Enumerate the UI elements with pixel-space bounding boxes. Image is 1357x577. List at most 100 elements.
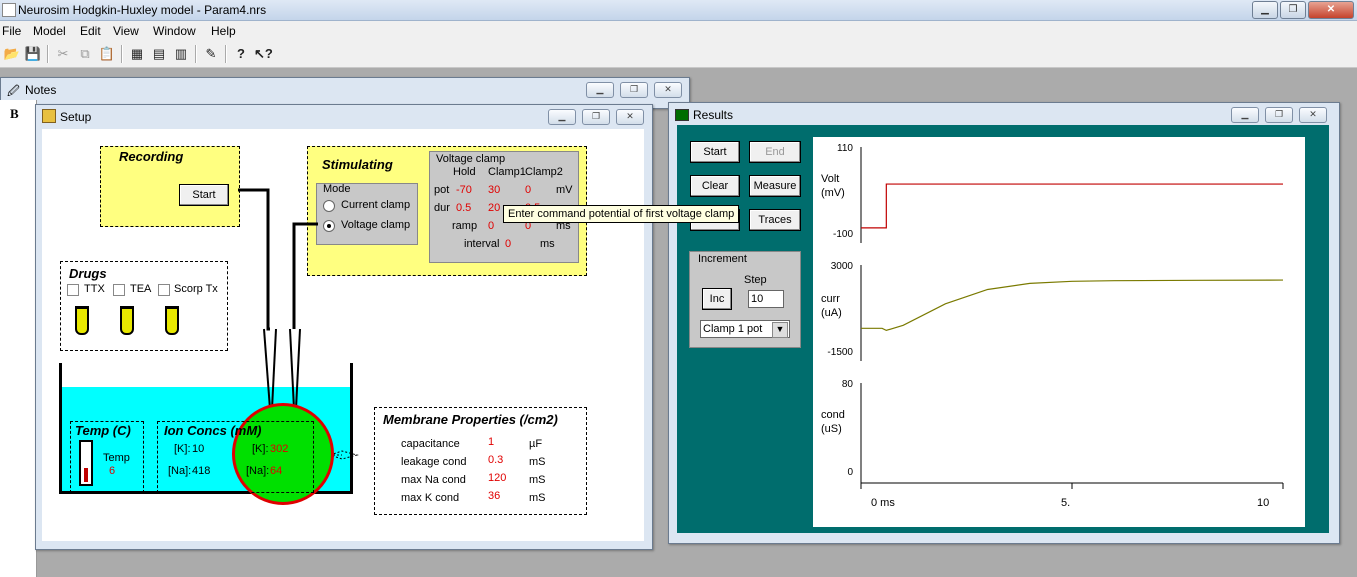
setup-canvas: Recording Start Stimulating Mode Current…: [42, 129, 740, 541]
results-start-button[interactable]: Start: [690, 141, 740, 163]
step-input[interactable]: 10: [748, 290, 784, 308]
max-k-cond-field[interactable]: 36: [488, 490, 500, 502]
menu-model[interactable]: Model: [33, 24, 66, 38]
k-out-label: [K]:: [174, 443, 191, 455]
results-title: Results: [693, 108, 734, 122]
capacitance-field[interactable]: 1: [488, 436, 494, 448]
app-icon: [2, 3, 16, 17]
max-k-cond-label: max K cond: [401, 492, 460, 504]
notes-caption: 🖉 Notes ▁ ❐ ✕: [1, 78, 689, 100]
results-canvas: Start End Clear Measure Traces Increment…: [677, 125, 1329, 533]
step-label: Step: [744, 274, 767, 286]
grid-icon[interactable]: ▦: [128, 45, 146, 63]
chart-icon[interactable]: ✎: [202, 45, 220, 63]
inc-button[interactable]: Inc: [702, 288, 732, 310]
notes-minimize-icon[interactable]: ▁: [586, 82, 614, 98]
increment-select[interactable]: Clamp 1 pot ▼: [700, 320, 790, 338]
results-restore-icon[interactable]: ❐: [1265, 107, 1293, 123]
chevron-down-icon[interactable]: ▼: [772, 322, 788, 338]
notes-title: Notes: [25, 83, 57, 97]
paste-icon[interactable]: 📋: [98, 45, 116, 63]
setup-caption: Setup ▁ ❐ ✕: [36, 105, 652, 127]
results-icon: [675, 109, 689, 121]
plot-area: 110 Volt (mV) -100 3000 curr (uA) -1500 …: [813, 137, 1305, 527]
toolbar-separator: [47, 45, 49, 63]
setup-title: Setup: [60, 110, 92, 124]
membrane-label: Membrane Properties (/cm2): [383, 412, 558, 427]
temp-value-label: Temp: [103, 452, 130, 464]
notes-restore-icon[interactable]: ❐: [620, 82, 648, 98]
report-icon[interactable]: ▥: [172, 45, 190, 63]
max-na-cond-unit: mS: [529, 474, 546, 486]
clear-button[interactable]: Clear: [690, 175, 740, 197]
app-title-bar: Neurosim Hodgkin-Huxley model - Param4.n…: [0, 0, 1357, 21]
menu-bar: File Model Edit View Window Help: [0, 21, 1357, 41]
save-icon[interactable]: 💾: [24, 45, 42, 63]
setup-restore-icon[interactable]: ❐: [582, 109, 610, 125]
menu-file[interactable]: File: [2, 24, 21, 38]
app-title: Neurosim Hodgkin-Huxley model - Param4.n…: [18, 3, 267, 17]
setup-minimize-icon[interactable]: ▁: [548, 109, 576, 125]
ion-concs-panel: Ion Concs (mM) [K]: 10 [Na]: 418 [K]: 30…: [157, 421, 314, 493]
measure-button[interactable]: Measure: [749, 175, 801, 197]
increment-select-value: Clamp 1 pot: [703, 323, 763, 335]
capacitance-unit: µF: [529, 438, 543, 450]
help-icon[interactable]: ?: [232, 45, 250, 63]
temp-panel: Temp (C) Temp 6: [70, 421, 144, 493]
increment-group: Increment Step Inc 10 Clamp 1 pot ▼: [689, 251, 801, 348]
traces-button[interactable]: Traces: [749, 209, 801, 231]
notes-body[interactable]: B: [0, 100, 37, 577]
table-icon[interactable]: ▤: [150, 45, 168, 63]
cut-icon[interactable]: ✂: [54, 45, 72, 63]
membrane-panel: Membrane Properties (/cm2) capacitance 1…: [374, 407, 587, 515]
menu-window[interactable]: Window: [153, 24, 196, 38]
na-in-label: [Na]:: [246, 465, 270, 477]
toolbar-separator: [225, 45, 227, 63]
restore-icon[interactable]: ❐: [1280, 1, 1306, 19]
results-caption: Results ▁ ❐ ✕: [669, 103, 1339, 125]
na-out-label: [Na]:: [168, 465, 192, 477]
ion-concs-label: Ion Concs (mM): [164, 423, 262, 438]
max-na-cond-label: max Na cond: [401, 474, 466, 486]
leakage-cond-field[interactable]: 0.3: [488, 454, 503, 466]
toolbar: 📂 💾 ✂ ⧉ 📋 ▦ ▤ ▥ ✎ ? ↖?: [0, 41, 1357, 68]
curr-trace: [861, 279, 1284, 332]
menu-help[interactable]: Help: [211, 24, 236, 38]
na-out-field[interactable]: 418: [192, 465, 210, 477]
max-k-cond-unit: mS: [529, 492, 546, 504]
notes-icon: 🖉: [7, 84, 20, 98]
open-icon[interactable]: 📂: [3, 45, 21, 63]
temp-label: Temp (C): [75, 423, 131, 438]
k-in-label: [K]:: [252, 443, 269, 455]
results-minimize-icon[interactable]: ▁: [1231, 107, 1259, 123]
menu-view[interactable]: View: [113, 24, 139, 38]
context-help-icon[interactable]: ↖?: [254, 45, 273, 63]
setup-icon: [42, 109, 56, 123]
setup-window: Setup ▁ ❐ ✕ Recording Start Stimulating …: [35, 104, 740, 550]
toolbar-separator: [195, 45, 197, 63]
na-in-field[interactable]: 64: [270, 465, 282, 477]
increment-label: Increment: [698, 253, 747, 265]
tooltip: Enter command potential of first voltage…: [503, 205, 740, 223]
notes-close-icon[interactable]: ✕: [654, 82, 682, 98]
volt-trace: [861, 183, 1283, 229]
toolbar-separator: [121, 45, 123, 63]
results-end-button[interactable]: End: [749, 141, 801, 163]
menu-edit[interactable]: Edit: [80, 24, 101, 38]
max-na-cond-field[interactable]: 120: [488, 472, 506, 484]
minimize-icon[interactable]: ▁: [1252, 1, 1278, 19]
temp-field[interactable]: 6: [109, 465, 115, 477]
leakage-cond-label: leakage cond: [401, 456, 467, 468]
copy-icon[interactable]: ⧉: [76, 45, 94, 63]
results-window: Results ▁ ❐ ✕ Start End Clear Measure Tr…: [668, 102, 1340, 544]
bold-button[interactable]: B: [10, 106, 19, 122]
plot-svg: [860, 147, 1284, 489]
k-out-field[interactable]: 10: [192, 443, 204, 455]
results-close-icon[interactable]: ✕: [1299, 107, 1327, 123]
thermometer-icon: [79, 440, 93, 486]
leakage-cond-unit: mS: [529, 456, 546, 468]
k-in-field[interactable]: 302: [270, 443, 288, 455]
close-icon[interactable]: ✕: [1308, 1, 1354, 19]
capacitance-label: capacitance: [401, 438, 460, 450]
setup-close-icon[interactable]: ✕: [616, 109, 644, 125]
